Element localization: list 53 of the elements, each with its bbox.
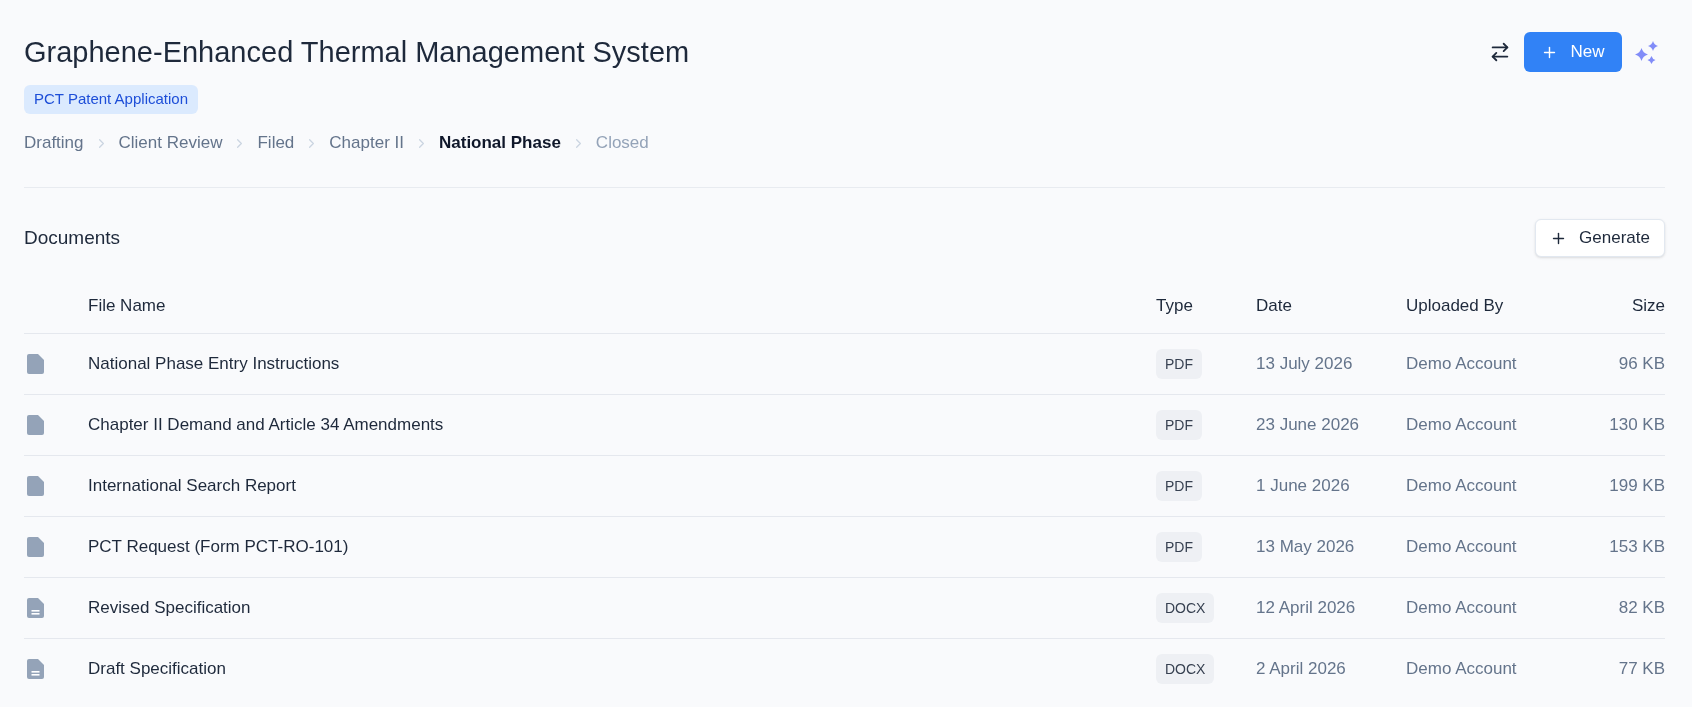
column-header: Size bbox=[1631, 295, 1665, 318]
stage-step[interactable]: National Phase bbox=[439, 131, 561, 155]
date-cell-text: 1 June 2026 bbox=[1256, 475, 1350, 498]
swap-arrows-icon[interactable] bbox=[1489, 41, 1511, 63]
sparkles-icon[interactable] bbox=[1635, 40, 1658, 64]
stage-step[interactable]: Chapter II bbox=[329, 131, 404, 155]
date-cell-text: 12 April 2026 bbox=[1256, 597, 1356, 620]
file-type-badge: PDF bbox=[1156, 410, 1202, 440]
uploader-cell-text: Demo Account bbox=[1406, 536, 1517, 559]
file-name-cell[interactable]: International Search Report bbox=[88, 473, 296, 499]
file-icon bbox=[27, 415, 44, 435]
stage-step[interactable]: Filed bbox=[257, 131, 295, 155]
date-cell-text: 13 July 2026 bbox=[1256, 353, 1353, 376]
size-cell-text: 77 KB bbox=[1618, 658, 1665, 681]
file-type-badge: PDF bbox=[1156, 349, 1202, 379]
text-file-icon bbox=[27, 598, 44, 618]
date-cell-text: 23 June 2026 bbox=[1256, 414, 1360, 437]
text-file-icon bbox=[27, 659, 44, 679]
size-cell-text: 82 KB bbox=[1618, 597, 1665, 620]
date-cell-text: 2 April 2026 bbox=[1256, 658, 1346, 681]
date-cell-text: 13 May 2026 bbox=[1256, 536, 1355, 559]
file-name-cell[interactable]: PCT Request (Form PCT-RO-101) bbox=[88, 534, 349, 560]
stage-step[interactable]: Drafting bbox=[24, 131, 84, 155]
file-type-badge: DOCX bbox=[1156, 593, 1215, 623]
column-header: Type bbox=[1156, 295, 1193, 318]
file-name-cell[interactable]: Chapter II Demand and Article 34 Amendments bbox=[88, 412, 444, 438]
file-name-cell[interactable]: Draft Specification bbox=[88, 656, 226, 682]
size-cell-text: 130 KB bbox=[1609, 414, 1665, 437]
page-title: Graphene-Enhanced Thermal Management System bbox=[24, 35, 690, 70]
section-title: Documents bbox=[24, 225, 121, 250]
file-icon bbox=[27, 476, 44, 496]
new-button[interactable]: New bbox=[1524, 32, 1622, 72]
uploader-cell-text: Demo Account bbox=[1406, 658, 1517, 681]
column-header: Date bbox=[1256, 295, 1292, 318]
file-type-badge: DOCX bbox=[1156, 654, 1215, 684]
uploader-cell-text: Demo Account bbox=[1406, 353, 1517, 376]
application-type-badge: PCT Patent Application bbox=[24, 85, 198, 114]
file-type-badge: PDF bbox=[1156, 471, 1202, 501]
column-header: Uploaded By bbox=[1406, 295, 1504, 318]
size-cell-text: 153 KB bbox=[1609, 536, 1665, 559]
uploader-cell-text: Demo Account bbox=[1406, 475, 1517, 498]
uploader-cell-text: Demo Account bbox=[1406, 414, 1517, 437]
file-icon bbox=[27, 354, 44, 374]
size-cell-text: 96 KB bbox=[1618, 353, 1665, 376]
file-icon bbox=[27, 537, 44, 557]
size-cell-text: 199 KB bbox=[1609, 475, 1665, 498]
generate-button[interactable]: Generate bbox=[1535, 219, 1665, 257]
column-header: File Name bbox=[88, 295, 166, 318]
file-name-cell[interactable]: National Phase Entry Instructions bbox=[88, 351, 340, 377]
file-type-badge: PDF bbox=[1156, 532, 1202, 562]
file-name-cell[interactable]: Revised Specification bbox=[88, 595, 251, 621]
stage-step[interactable]: Client Review bbox=[118, 131, 223, 155]
uploader-cell-text: Demo Account bbox=[1406, 597, 1517, 620]
